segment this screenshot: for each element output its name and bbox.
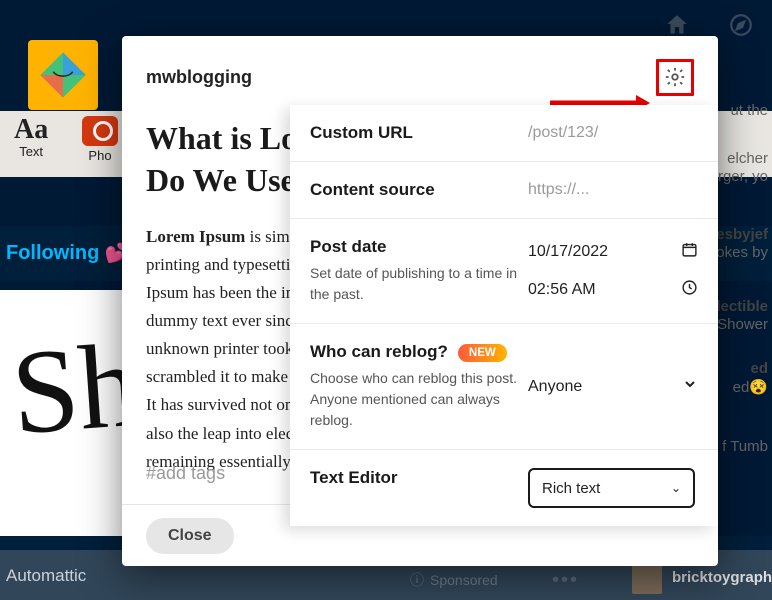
post-avatar-thumb[interactable] <box>632 564 662 594</box>
content-source-input[interactable]: https://... <box>528 181 589 199</box>
sidebar-fragment: lectible <box>716 298 768 315</box>
editor-select[interactable]: Rich text ⌄ <box>528 468 695 508</box>
compose-type-text-label: Text <box>14 144 48 159</box>
footer-brand[interactable]: Automattic <box>6 566 86 586</box>
custom-url-input[interactable]: /post/123/ <box>528 124 598 142</box>
tags-input[interactable]: #add tags <box>146 463 225 484</box>
chevron-down-icon <box>682 376 698 397</box>
custom-url-label: Custom URL <box>310 123 528 143</box>
camera-icon <box>82 116 118 146</box>
sidebar-fragment: rger, yo <box>718 168 768 185</box>
sidebar-fragment: ut the <box>730 102 768 119</box>
row-custom-url: Custom URL /post/123/ <box>290 105 718 162</box>
post-date-label: Post date <box>310 237 528 257</box>
reblog-select[interactable]: Anyone <box>528 376 698 397</box>
post-time-input[interactable]: 02:56 AM <box>528 281 596 299</box>
explore-icon[interactable] <box>728 12 754 43</box>
chevron-down-icon: ⌄ <box>671 481 681 495</box>
following-link[interactable]: Following 💕 <box>6 240 130 265</box>
blog-avatar[interactable] <box>28 40 98 110</box>
row-post-date: Post date Set date of publishing to a ti… <box>290 219 718 324</box>
new-badge: NEW <box>458 344 507 362</box>
row-content-source: Content source https://... <box>290 162 718 219</box>
content-source-label: Content source <box>310 180 528 200</box>
sidebar-fragment: f Tumb <box>722 438 768 455</box>
post-date-sub: Set date of publishing to a time in the … <box>310 263 520 305</box>
gear-icon <box>664 66 686 88</box>
post-username[interactable]: bricktoygraph <box>672 569 772 586</box>
sidebar-fragment: ed😵 <box>733 378 768 396</box>
sidebar-fragment: okes by <box>716 244 768 261</box>
sidebar-fragment: ed <box>750 360 768 377</box>
more-icon[interactable]: ••• <box>552 569 579 592</box>
post-settings-button[interactable] <box>656 59 694 96</box>
row-editor: Text Editor Rich text ⌄ <box>290 450 718 526</box>
reblog-label: Who can reblog?NEW <box>310 342 528 362</box>
clock-icon[interactable] <box>681 279 698 301</box>
sponsored-label: ⓘSponsored <box>410 570 498 590</box>
blog-name[interactable]: mwblogging <box>146 67 252 88</box>
calendar-icon[interactable] <box>681 241 698 263</box>
close-button[interactable]: Close <box>146 518 234 554</box>
reblog-sub: Choose who can reblog this post. Anyone … <box>310 368 520 431</box>
compose-type-photo[interactable]: Pho <box>82 116 118 163</box>
compose-type-photo-label: Pho <box>82 148 118 163</box>
editor-label: Text Editor <box>310 468 528 488</box>
row-reblog: Who can reblog?NEW Choose who can reblog… <box>290 324 718 450</box>
post-settings-panel: Custom URL /post/123/ Content source htt… <box>290 105 718 526</box>
compose-type-text[interactable]: Aa Text <box>14 116 48 159</box>
post-date-input[interactable]: 10/17/2022 <box>528 243 608 261</box>
sidebar-fragment: elcher <box>727 150 768 167</box>
